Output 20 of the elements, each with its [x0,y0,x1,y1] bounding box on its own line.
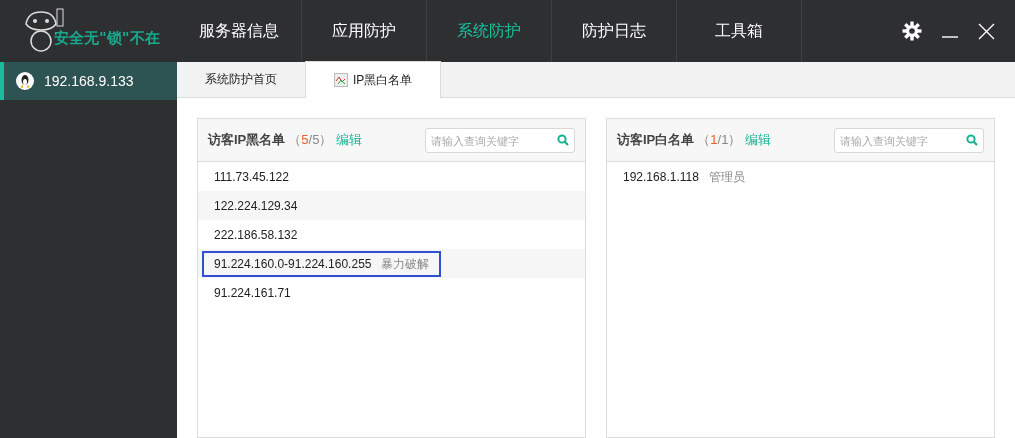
ip-address: 91.224.161.71 [214,284,291,302]
ip-address: 91.224.160.0-91.224.160.255 [214,255,372,273]
server-item[interactable]: 192.168.9.133 [0,62,177,100]
ip-address: 111.73.45.122 [214,168,289,186]
ip-note: 暴力破解 [381,255,430,273]
list-row[interactable]: 122.224.129.34 [198,191,585,220]
search-field[interactable]: 请输入查询关键字 [834,128,984,153]
logo-slogan: 安全无"锁"不在 [54,27,160,49]
ip-note: 管理员 [708,168,745,186]
panel-title: 访客IP黑名单 [208,131,286,150]
ip-address: 122.224.129.34 [214,197,298,215]
list-row[interactable]: 91.224.160.0-91.224.160.255 暴力破解 [198,249,585,278]
search-field[interactable]: 请输入查询关键字 [425,128,575,153]
ip-address: 222.186.58.132 [214,226,298,244]
count-label: （1/1） [697,131,742,150]
page-tab[interactable]: IP黑白名单 [305,61,442,98]
count-label: （5/5） [288,131,333,150]
ip-address: 192.168.1.118 [623,168,699,186]
page-tab[interactable]: 系统防护首页 [177,61,305,97]
panel-title: 访客IP白名单 [617,131,695,150]
